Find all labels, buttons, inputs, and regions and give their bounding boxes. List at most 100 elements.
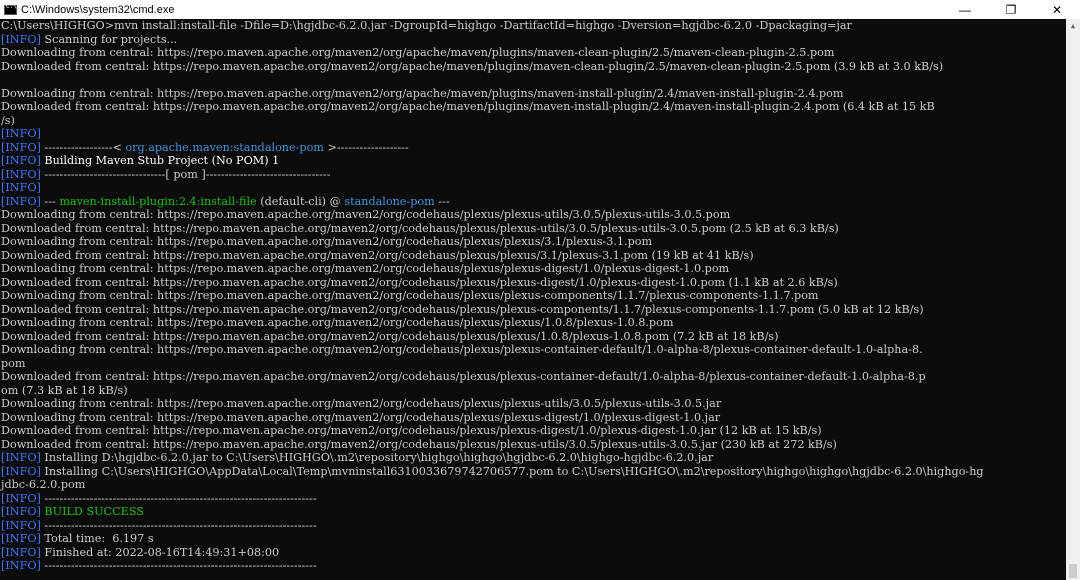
console-line: [INFO] ------------------< org.apache.ma… (0, 141, 1066, 155)
console-text: Downloaded from central: https://repo.ma… (1, 370, 926, 383)
log-level-tag: [INFO] (1, 154, 41, 167)
console-line: [INFO] (0, 127, 1066, 141)
console-line: Downloading from central: https://repo.m… (0, 397, 1066, 411)
log-level-tag: [INFO] (1, 181, 41, 194)
log-level-tag: [INFO] (1, 167, 41, 181)
console-line: Downloading from central: https://repo.m… (0, 289, 1066, 303)
console-line: [INFO] Finished at: 2022-08-16T14:49:31+… (0, 546, 1066, 560)
console-text: /s) (1, 113, 15, 127)
window-controls: — ❐ ✕ (942, 0, 1080, 19)
console-line: [INFO] Total time: 6.197 s (0, 532, 1066, 546)
console-text: Installing C:\Users\HIGHGO\AppData\Local… (40, 464, 984, 478)
console-text: Downloading from central: https://repo.m… (1, 316, 674, 329)
scroll-up-arrow-icon[interactable]: ▲ (1066, 19, 1080, 33)
console-line: Downloaded from central: https://repo.ma… (0, 303, 1066, 317)
console-text: Downloading from central: https://repo.m… (1, 289, 819, 302)
cmd-window: C:\Windows\system32\cmd.exe — ❐ ✕ C:\Use… (0, 0, 1080, 580)
console-text: Downloaded from central: https://repo.ma… (1, 59, 944, 73)
console-text: ------------------< (40, 140, 126, 154)
console-text: Installing D:\hgjdbc-6.2.0.jar to C:\Use… (40, 451, 714, 464)
window-title: C:\Windows\system32\cmd.exe (21, 3, 175, 16)
console-line: Downloaded from central: https://repo.ma… (0, 370, 1066, 384)
console-output[interactable]: C:\Users\HIGHGO>mvn install:install-file… (0, 19, 1066, 580)
title-bar[interactable]: C:\Windows\system32\cmd.exe — ❐ ✕ (0, 0, 1080, 19)
console-line: Downloading from central: https://repo.m… (0, 411, 1066, 425)
console-line: Downloading from central: https://repo.m… (0, 87, 1066, 101)
console-text: Downloading from central: https://repo.m… (1, 262, 730, 275)
console-text: Downloading from central: https://repo.m… (1, 46, 835, 59)
console-text: standalone-pom (344, 194, 435, 208)
console-text: >------------------- (323, 140, 409, 154)
console-text: Downloaded from central: https://repo.ma… (1, 275, 838, 289)
console-line: pom (0, 357, 1066, 371)
console-line: [INFO] ---------------------------------… (0, 559, 1066, 573)
console-text: Downloading from central: https://repo.m… (1, 343, 923, 356)
console-text: ----------------------------------------… (40, 491, 317, 505)
minimize-button[interactable]: — (942, 0, 988, 19)
console-text: ----------------------------------------… (40, 559, 317, 572)
console-line: Downloaded from central: https://repo.ma… (0, 100, 1066, 114)
console-line: Downloading from central: https://repo.m… (0, 46, 1066, 60)
console-text: Downloading from central: https://repo.m… (1, 86, 844, 100)
console-line: [INFO] Building Maven Stub Project (No P… (0, 154, 1066, 168)
log-level-tag: [INFO] (1, 532, 41, 545)
console-line: [INFO] --- maven-install-plugin:2.4:inst… (0, 195, 1066, 209)
vertical-scrollbar[interactable]: ▲ (1066, 19, 1080, 580)
console-text: Total time: 6.197 s (40, 532, 154, 545)
console-text: jdbc-6.2.0.pom (1, 478, 86, 491)
log-level-tag: [INFO] (1, 491, 41, 505)
console-line: C:\Users\HIGHGO>mvn install:install-file… (0, 19, 1066, 33)
console-text: Finished at: 2022-08-16T14:49:31+08:00 (40, 545, 280, 559)
log-level-tag: [INFO] (1, 140, 41, 154)
console-line: [INFO] BUILD SUCCESS (0, 505, 1066, 519)
console-text: --- (40, 194, 60, 208)
console-text: pom (1, 356, 26, 370)
console-line: [INFO] ---------------------------------… (0, 492, 1066, 506)
console-line: /s) (0, 114, 1066, 128)
console-line: [INFO] Scanning for projects... (0, 33, 1066, 47)
console-text: Downloading from central: https://repo.m… (1, 235, 653, 248)
console-line: Downloading from central: https://repo.m… (0, 262, 1066, 276)
console-text: org.apache.maven:standalone-pom (125, 140, 324, 154)
console-line: [INFO] Installing C:\Users\HIGHGO\AppDat… (0, 465, 1066, 479)
cmd-icon (4, 3, 17, 15)
console-line: Downloaded from central: https://repo.ma… (0, 276, 1066, 290)
console-line: om (7.3 kB at 18 kB/s) (0, 384, 1066, 398)
scroll-thumb[interactable] (1069, 564, 1077, 578)
console-line: jdbc-6.2.0.pom (0, 478, 1066, 492)
console-text: maven-install-plugin:2.4:install-file (59, 194, 257, 208)
log-level-tag: [INFO] (1, 32, 41, 46)
console-text: BUILD SUCCESS (40, 505, 144, 518)
console-line: [INFO] ---------------------------------… (0, 519, 1066, 533)
console-line: Downloading from central: https://repo.m… (0, 316, 1066, 330)
log-level-tag: [INFO] (1, 559, 41, 572)
console-text: C:\Users\HIGHGO>mvn install:install-file… (1, 19, 852, 32)
console-text: Downloaded from central: https://repo.ma… (1, 221, 839, 235)
log-level-tag: [INFO] (1, 194, 41, 208)
console-line: Downloaded from central: https://repo.ma… (0, 438, 1066, 452)
console-text: Downloaded from central: https://repo.ma… (1, 329, 779, 343)
console-line: [INFO] Installing D:\hgjdbc-6.2.0.jar to… (0, 451, 1066, 465)
close-button[interactable]: ✕ (1034, 0, 1080, 19)
console-text: Downloaded from central: https://repo.ma… (1, 424, 822, 437)
restore-button[interactable]: ❐ (988, 0, 1034, 19)
console-line: Downloaded from central: https://repo.ma… (0, 249, 1066, 263)
console-text: Downloaded from central: https://repo.ma… (1, 302, 924, 316)
console-text: --------------------------------[ pom ]-… (40, 167, 331, 181)
console-line: Downloading from central: https://repo.m… (0, 343, 1066, 357)
console-text: Scanning for projects... (40, 32, 178, 46)
console-text: Downloaded from central: https://repo.ma… (1, 437, 837, 451)
console-text: Downloaded from central: https://repo.ma… (1, 100, 935, 113)
console-line: Downloading from central: https://repo.m… (0, 235, 1066, 249)
console-text: (default-cli) @ (256, 194, 345, 208)
console-text: --- (434, 194, 450, 208)
console-line: Downloaded from central: https://repo.ma… (0, 60, 1066, 74)
console-line: [INFO] (0, 181, 1066, 195)
log-level-tag: [INFO] (1, 451, 41, 464)
log-level-tag: [INFO] (1, 545, 41, 559)
log-level-tag: [INFO] (1, 518, 41, 532)
console-text: Downloading from central: https://repo.m… (1, 397, 722, 410)
console-text: ----------------------------------------… (40, 518, 317, 532)
console-text: Downloaded from central: https://repo.ma… (1, 248, 754, 262)
